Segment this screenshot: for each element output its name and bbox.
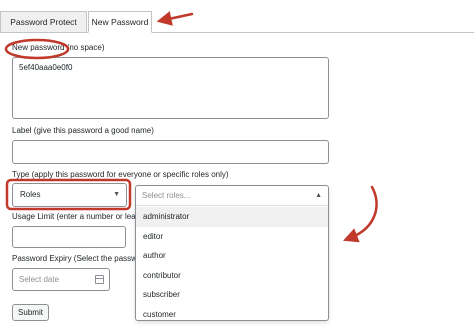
type-select[interactable]: Roles ▼ xyxy=(12,183,127,207)
tab-password-protect[interactable]: Password Protect xyxy=(0,11,87,33)
type-label: Type (apply this password for everyone o… xyxy=(12,170,229,179)
page: Password Protect New Password New passwo… xyxy=(0,0,474,333)
usage-label: Usage Limit (enter a number or leave xyxy=(12,212,145,221)
roles-search-placeholder: Select roles... xyxy=(142,191,191,200)
role-option-administrator[interactable]: administrator xyxy=(136,207,328,227)
submit-button[interactable]: Submit xyxy=(12,304,49,321)
roles-search[interactable]: Select roles... ▲ xyxy=(136,186,328,206)
password-textarea[interactable]: 5ef40aaa0e0f0 xyxy=(12,57,329,119)
roles-multiselect[interactable]: Select roles... ▲ administrator editor a… xyxy=(135,185,329,321)
expiry-label: Password Expiry (Select the password xyxy=(12,254,149,263)
annotation-arrow-dropdown xyxy=(343,185,378,243)
type-select-value: Roles xyxy=(20,190,41,199)
tab-bar: Password Protect New Password xyxy=(0,0,474,33)
usage-limit-input[interactable] xyxy=(12,226,126,248)
tab-new-password[interactable]: New Password xyxy=(88,11,152,33)
role-option-author[interactable]: author xyxy=(136,246,328,266)
roles-options-list: administrator editor author contributor … xyxy=(136,207,328,324)
password-label: New password (no space) xyxy=(12,43,105,52)
name-label: Label (give this password a good name) xyxy=(12,126,154,135)
role-option-editor[interactable]: editor xyxy=(136,227,328,247)
expiry-date-input[interactable]: Select date xyxy=(12,268,110,291)
calendar-icon[interactable] xyxy=(95,275,104,284)
role-option-subscriber[interactable]: subscriber xyxy=(136,285,328,305)
name-input[interactable] xyxy=(12,140,329,164)
role-option-contributor[interactable]: contributor xyxy=(136,266,328,286)
role-option-customer[interactable]: customer xyxy=(136,305,328,325)
chevron-up-icon: ▲ xyxy=(315,192,322,199)
expiry-placeholder: Select date xyxy=(19,275,60,284)
chevron-down-icon: ▼ xyxy=(113,191,120,198)
